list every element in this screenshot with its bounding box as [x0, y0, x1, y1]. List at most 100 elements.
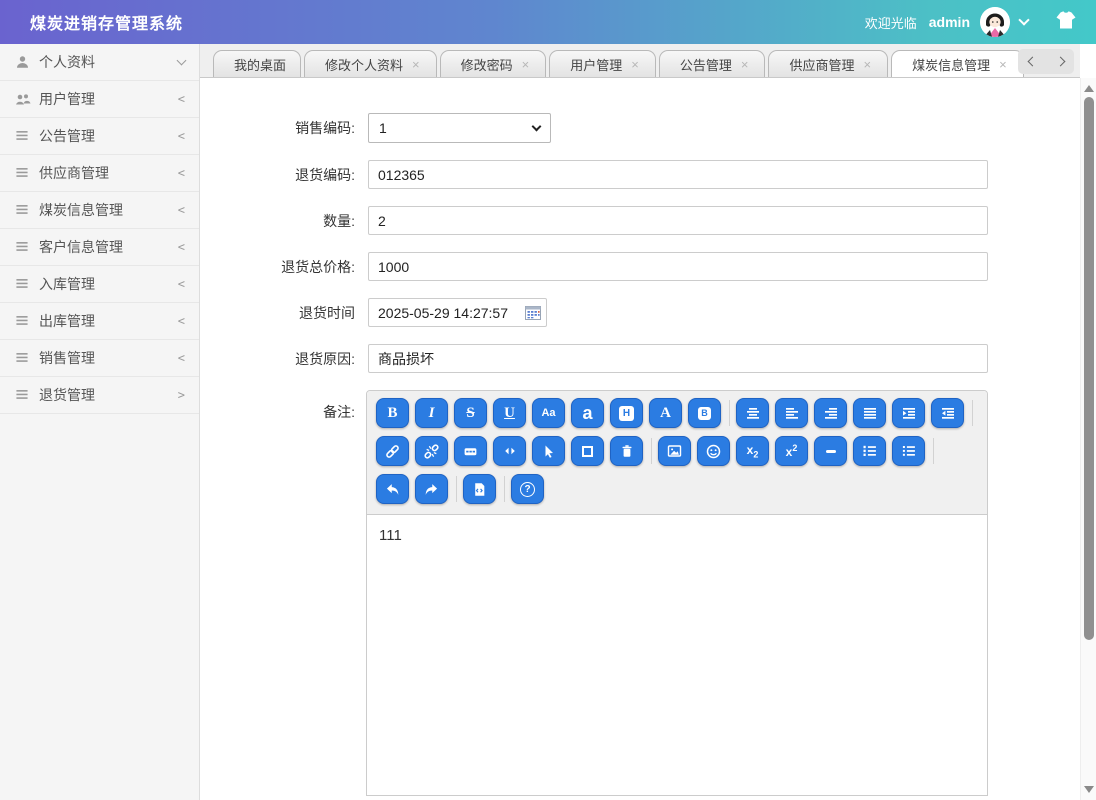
strikethrough-icon: S [466, 406, 474, 421]
tab-label: 供应商管理 [789, 55, 854, 74]
align-center-icon [746, 406, 760, 420]
align-right-button[interactable] [814, 398, 847, 428]
chevron-left-icon: < [178, 240, 185, 254]
tab-close-icon[interactable]: × [412, 58, 422, 71]
unordered-list-icon [901, 444, 916, 458]
subscript-button[interactable]: x2 [736, 436, 769, 466]
tab-scroll-left-icon[interactable] [1027, 57, 1037, 67]
tab-user-mgmt[interactable]: 用户管理× [549, 50, 656, 77]
hr-icon [826, 450, 836, 453]
sidebar-item-customer-info[interactable]: 客户信息管理< [0, 229, 199, 266]
sidebar-item-user-mgmt[interactable]: 用户管理< [0, 81, 199, 118]
tab-close-icon[interactable]: × [999, 58, 1009, 71]
strikethrough-button[interactable]: S [454, 398, 487, 428]
bold-button[interactable]: B [376, 398, 409, 428]
cursor-button[interactable] [532, 436, 565, 466]
outdent-button[interactable] [931, 398, 964, 428]
underline-button[interactable]: U [493, 398, 526, 428]
sidebar-item-notice-mgmt[interactable]: 公告管理< [0, 118, 199, 155]
unlink-button[interactable] [415, 436, 448, 466]
list-icon [15, 240, 31, 254]
emoji-button[interactable] [697, 436, 730, 466]
tag-button[interactable] [454, 436, 487, 466]
toolbar-separator [933, 438, 934, 464]
tab-close-icon[interactable]: × [522, 58, 532, 71]
sidebar-item-inbound-mgmt[interactable]: 入库管理< [0, 266, 199, 303]
source-code-button[interactable] [463, 474, 496, 504]
tab-close-icon[interactable]: × [631, 58, 641, 71]
link-button[interactable] [376, 436, 409, 466]
sidebar-item-outbound-mgmt[interactable]: 出库管理< [0, 303, 199, 340]
tab-bar: 我的桌面修改个人资料×修改密码×用户管理×公告管理×供应商管理×煤炭信息管理× [200, 44, 1080, 78]
outdent-icon [941, 406, 955, 420]
image-button[interactable] [658, 436, 691, 466]
calendar-icon[interactable] [525, 305, 541, 320]
return-time-input[interactable] [368, 298, 547, 327]
list-icon [15, 351, 31, 365]
chevron-left-icon: < [178, 351, 185, 365]
tab-close-icon[interactable]: × [863, 58, 873, 71]
sidebar-item-supplier-mgmt[interactable]: 供应商管理< [0, 155, 199, 192]
sidebar: 个人资料用户管理<公告管理<供应商管理<煤炭信息管理<客户信息管理<入库管理<出… [0, 44, 200, 800]
return-code-input[interactable] [368, 160, 988, 189]
tab-my-desktop[interactable]: 我的桌面 [213, 50, 301, 77]
background-color-button[interactable]: B [688, 398, 721, 428]
reason-input[interactable] [368, 344, 988, 373]
tab-label: 公告管理 [680, 55, 732, 74]
code-icon [503, 444, 517, 458]
tab-supplier-mgmt[interactable]: 供应商管理 × [768, 50, 888, 77]
toolbar-separator [504, 476, 505, 502]
ordered-list-icon [862, 444, 877, 458]
trash-button[interactable] [610, 436, 643, 466]
scroll-up-icon[interactable] [1084, 85, 1094, 92]
cursor-icon [542, 444, 556, 458]
tab-notice-mgmt[interactable]: 公告管理 × [659, 50, 766, 77]
tab-scroll-right-icon[interactable] [1055, 57, 1065, 67]
italic-icon: I [429, 406, 435, 421]
chevron-down-icon [177, 56, 187, 66]
sidebar-item-label: 用户管理 [39, 89, 178, 109]
hr-button[interactable] [814, 436, 847, 466]
scrollbar-thumb[interactable] [1084, 97, 1094, 640]
align-center-button[interactable] [736, 398, 769, 428]
box-button[interactable] [571, 436, 604, 466]
scroll-down-icon[interactable] [1084, 786, 1094, 793]
heading-button[interactable]: H [610, 398, 643, 428]
unordered-list-button[interactable] [892, 436, 925, 466]
editor-content[interactable]: 111 [367, 515, 987, 795]
sidebar-item-returns-mgmt[interactable]: 退货管理> [0, 377, 199, 414]
sidebar-item-coal-info[interactable]: 煤炭信息管理< [0, 192, 199, 229]
italic-button[interactable]: I [415, 398, 448, 428]
sidebar-item-label: 退货管理 [39, 385, 178, 405]
tab-coal-info-mgmt[interactable]: 煤炭信息管理× [891, 50, 1024, 77]
align-left-button[interactable] [775, 398, 808, 428]
ordered-list-button[interactable] [853, 436, 886, 466]
total-price-input[interactable] [368, 252, 988, 281]
return-code-label: 退货编码: [200, 165, 355, 185]
help-button[interactable]: ? [511, 474, 544, 504]
indent-button[interactable] [892, 398, 925, 428]
font-size-button[interactable]: a [571, 398, 604, 428]
superscript-button[interactable]: x2 [775, 436, 808, 466]
tshirt-theme-icon[interactable] [1054, 11, 1078, 33]
undo-button[interactable] [376, 474, 409, 504]
trash-icon [620, 444, 634, 458]
align-justify-icon [863, 406, 877, 420]
note-label: 备注: [200, 390, 355, 422]
tab-change-password[interactable]: 修改密码× [440, 50, 547, 77]
sidebar-item-profile[interactable]: 个人资料 [0, 44, 199, 81]
tab-edit-profile[interactable]: 修改个人资料× [304, 50, 437, 77]
align-justify-button[interactable] [853, 398, 886, 428]
quantity-input[interactable] [368, 206, 988, 235]
redo-button[interactable] [415, 474, 448, 504]
chevron-down-icon[interactable] [1018, 14, 1029, 25]
code-button[interactable] [493, 436, 526, 466]
help-icon: ? [520, 482, 535, 497]
text-color-button[interactable]: A [649, 398, 682, 428]
sale-code-select[interactable]: 1 [368, 113, 551, 143]
font-family-button[interactable]: Aa [532, 398, 565, 428]
sidebar-item-sales-mgmt[interactable]: 销售管理< [0, 340, 199, 377]
tab-label: 我的桌面 [234, 55, 286, 74]
tab-close-icon[interactable]: × [741, 58, 751, 71]
user-avatar[interactable] [980, 7, 1010, 37]
